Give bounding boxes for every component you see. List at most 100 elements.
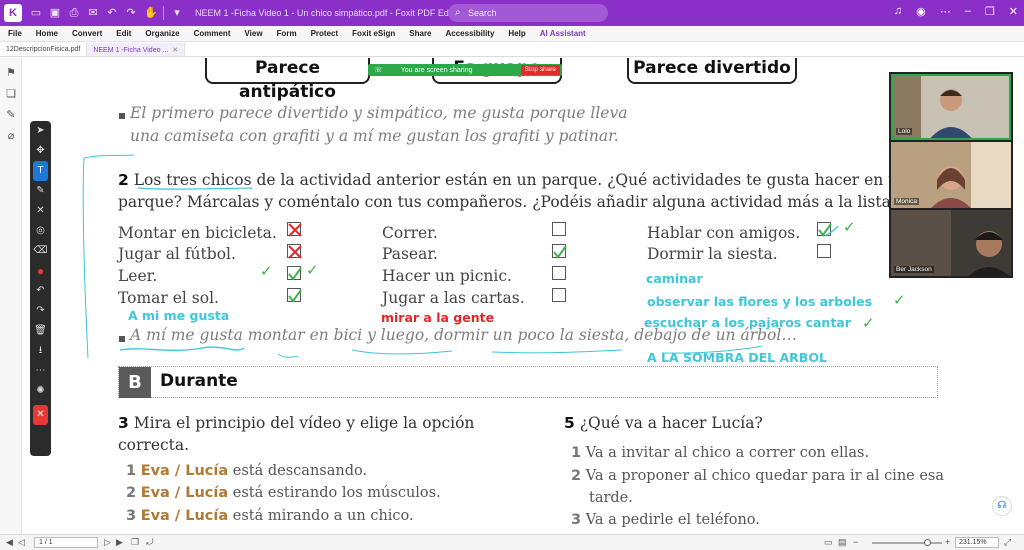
activity-label: Hacer un picnic. (382, 267, 512, 285)
more-icon[interactable]: ⋯ (940, 5, 951, 18)
document-title: NEEM 1 -Ficha Video 1 - Un chico simpáti… (195, 8, 462, 18)
option-choice[interactable]: Eva / Lucía (141, 508, 228, 524)
item-number: 2 (571, 468, 582, 484)
prev-page-icon[interactable]: ◁ (18, 537, 25, 548)
mail-icon[interactable]: ✉ (87, 7, 99, 19)
handwritten-check-icon: ✓ (862, 314, 875, 332)
zoom-in-icon[interactable]: + (945, 537, 950, 547)
zoom-slider[interactable] (872, 539, 942, 546)
menu-foxit-esign[interactable]: Foxit eSign (352, 29, 395, 38)
checkbox-checked[interactable] (287, 288, 302, 303)
last-page-icon[interactable]: ▶ (116, 537, 123, 548)
fullscreen-icon[interactable]: ⤢ (1004, 537, 1011, 548)
download-icon[interactable]: ⭳ (30, 341, 51, 361)
redo-icon[interactable]: ↷ (30, 301, 51, 321)
tab-document[interactable]: 12DescripcionFisica.pdf (0, 43, 88, 56)
close-icon[interactable]: ✕ (1009, 5, 1018, 18)
single-page-icon[interactable]: ▭ (824, 537, 833, 548)
checkbox[interactable] (552, 288, 566, 302)
zoom-level-field[interactable]: 231.15% (955, 537, 999, 548)
menu-organize[interactable]: Organize (145, 29, 179, 38)
menu-ai-assistant[interactable]: AI Assistant (540, 29, 586, 38)
menu-edit[interactable]: Edit (116, 29, 131, 38)
menu-comment[interactable]: Comment (194, 29, 231, 38)
menu-protect[interactable]: Protect (311, 29, 339, 38)
save-icon[interactable]: ▣ (49, 7, 61, 19)
participant-name: Ber Jackson (894, 266, 934, 273)
account-icon[interactable]: ◉ (916, 5, 926, 18)
more-icon[interactable]: ⋯ (30, 361, 51, 381)
comments-icon[interactable]: ✎ (0, 108, 22, 121)
bookmark-icon[interactable]: ⚑ (0, 66, 22, 79)
redo-icon[interactable]: ↷ (125, 7, 137, 19)
zoom-out-icon[interactable]: − (853, 537, 858, 547)
bullet (119, 336, 125, 342)
rotate-icon[interactable]: ⤾ (146, 537, 154, 548)
participant-video[interactable]: Lolo (891, 74, 1011, 140)
option-item: 3 Va a pedirle el teléfono. (571, 512, 760, 528)
cross-tool-icon[interactable]: ✕ (30, 201, 51, 221)
activity-label: Jugar a las cartas. (382, 289, 525, 307)
eraser-tool-icon[interactable]: ⌫ (30, 241, 51, 261)
copy-view-icon[interactable]: ❐ (131, 537, 139, 548)
bell-icon[interactable]: ♫ (894, 5, 902, 18)
adjective-box: Parece divertido (627, 58, 797, 84)
option-text: Va a pedirle el teléfono. (585, 512, 760, 528)
color-picker-icon[interactable]: ● (30, 261, 51, 281)
stop-share-button[interactable]: Stop share (520, 65, 560, 75)
search-placeholder: Search (468, 8, 497, 18)
checkbox[interactable] (552, 266, 566, 280)
palette-icon[interactable]: ✺ (30, 381, 51, 401)
foxit-logo-icon: K (4, 4, 22, 22)
hand-tool-icon[interactable]: ✋ (144, 7, 158, 19)
menu-share[interactable]: Share (409, 29, 431, 38)
chevron-down-icon[interactable]: ▾ (171, 7, 183, 19)
pen-tool-icon[interactable]: ✎ (30, 181, 51, 201)
participant-name: Lolo (896, 128, 913, 135)
attachment-icon[interactable]: ⌀ (0, 129, 22, 142)
checkbox-crossed[interactable] (287, 222, 302, 237)
option-text: Va a invitar al chico a correr con ellas… (585, 445, 870, 461)
checkbox-checked[interactable] (552, 244, 567, 259)
minimize-icon[interactable]: – (965, 5, 971, 18)
checkbox[interactable] (817, 244, 831, 258)
checkbox-checked[interactable] (817, 222, 832, 237)
menu-home[interactable]: Home (36, 29, 58, 38)
menu-accessibility[interactable]: Accessibility (446, 29, 495, 38)
restore-icon[interactable]: ❐ (985, 5, 995, 18)
menu-file[interactable]: File (8, 29, 22, 38)
move-tool-icon[interactable]: ✥ (30, 141, 51, 161)
search-input[interactable]: ⌕ Search (448, 4, 608, 22)
option-choice[interactable]: Eva / Lucía (141, 463, 228, 479)
continuous-page-icon[interactable]: ▤ (838, 537, 847, 548)
option-text: está descansando. (228, 463, 368, 479)
menu-convert[interactable]: Convert (72, 29, 102, 38)
print-icon[interactable]: ⎙ (68, 7, 80, 19)
first-page-icon[interactable]: ◀ (6, 537, 13, 548)
menu-form[interactable]: Form (277, 29, 297, 38)
checkbox-crossed[interactable] (287, 244, 302, 259)
menu-view[interactable]: View (244, 29, 262, 38)
undo-icon[interactable]: ↶ (106, 7, 118, 19)
page-number-field[interactable]: 1 / 1 (34, 537, 98, 548)
checkbox-checked[interactable] (287, 266, 302, 281)
select-tool-icon[interactable]: ➤ (30, 121, 51, 141)
folder-icon[interactable]: ▭ (30, 7, 42, 19)
undo-icon[interactable]: ↶ (30, 281, 51, 301)
close-tab-icon[interactable]: ✕ (172, 47, 178, 54)
support-headset-icon[interactable]: ☊ (992, 496, 1012, 516)
zoom-slider-knob[interactable] (924, 539, 931, 546)
option-choice[interactable]: Eva / Lucía (141, 485, 228, 501)
participant-video[interactable]: Ber Jackson (891, 210, 1011, 276)
question-text: Mira el principio del vídeo y elige la o… (133, 414, 475, 432)
next-page-icon[interactable]: ▷ (104, 537, 111, 548)
menu-help[interactable]: Help (508, 29, 525, 38)
stamp-tool-icon[interactable]: ◎ (30, 221, 51, 241)
tab-document-active[interactable]: NEEM 1 -Ficha Video ... ✕ (87, 43, 186, 56)
trash-icon[interactable]: 🗑 (30, 321, 51, 341)
text-tool-icon[interactable]: T (33, 161, 48, 181)
close-toolbar-button[interactable]: ✕ (33, 405, 48, 425)
pages-icon[interactable]: ❏ (0, 87, 22, 100)
participant-video[interactable]: Monica (891, 142, 1011, 208)
checkbox[interactable] (552, 222, 566, 236)
